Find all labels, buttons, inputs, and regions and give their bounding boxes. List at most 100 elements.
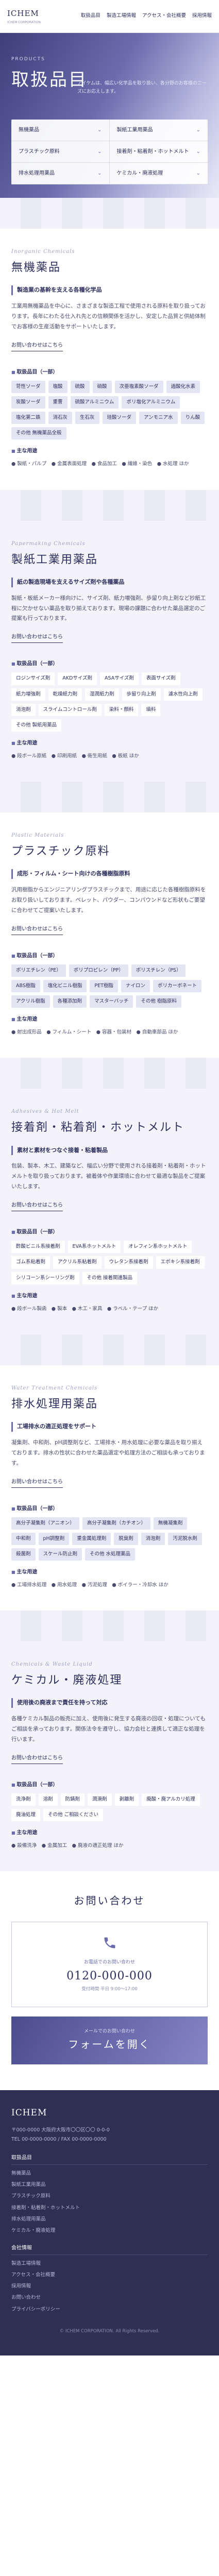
product-chip: スライムコントロール剤 — [38, 703, 102, 716]
product-chip: スケール防止剤 — [38, 1548, 82, 1561]
footer-nav-link[interactable]: 製造工場情報 — [11, 2258, 208, 2269]
footer-nav-products: 無機薬品 製紙工業用薬品 プラスチック原料 接着剤・粘着剤・ホットメルト 排水処理用薬品… — [11, 2168, 208, 2236]
footer-nav-link[interactable]: 製紙工業用薬品 — [11, 2179, 208, 2191]
product-chip: シリコーン系シーリング剤 — [11, 1272, 79, 1284]
product-chip: 珪酸ソーダ — [102, 412, 137, 425]
footer-nav-link[interactable]: 排水処理用薬品 — [11, 2214, 208, 2225]
product-chip: 染料・顔料 — [104, 703, 139, 716]
product-chip-list: 苛性ソーダ 塩酸 硫酸 硝酸 次亜塩素酸ソーダ 過酸化水素 炭酸ソーダ 重曹 硫酸アルミニウムポ… — [11, 380, 208, 440]
index-link-label: 製紙工業用薬品 — [116, 127, 153, 133]
footer-nav-link[interactable]: アクセス・会社概要 — [11, 2269, 208, 2281]
footer-nav-link[interactable]: お問い合わせ — [11, 2292, 208, 2303]
section-title: 接着剤・粘着剤・ホットメルト — [11, 1121, 185, 1134]
footer-nav-link[interactable]: プラスチック原料 — [11, 2191, 208, 2202]
inquiry-link[interactable]: お問い合わせはこちら — [11, 633, 63, 643]
product-chip: 消泡剤 — [141, 1532, 165, 1545]
nav-item-factory[interactable]: 製造工場情報 — [107, 12, 136, 20]
product-chip: ポリプロピレン（PP） — [69, 964, 128, 977]
product-sections: Inorganic Chemicals 無機薬品 製造業の基幹を支える各種化学品 工業… — [0, 198, 219, 1872]
product-chip-list: ロジンサイズ剤 AKDサイズ剤 ASAサイズ剤 表面サイズ剤 紙力増強剤 乾燥紙力剤 湿潤紙… — [11, 672, 208, 732]
footer-nav-link[interactable]: 接着剤・粘着剤・ホットメルト — [11, 2202, 208, 2214]
product-chip: 剥離剤 — [114, 1793, 139, 1806]
footer-nav-title: 取扱品目 — [11, 2154, 208, 2165]
section-catch: 使用後の廃液まで責任を持って対応 — [11, 1698, 208, 1708]
product-section: Papermaking Chemicals 製紙工業用薬品 紙の製造現場を支えるサイ… — [0, 520, 219, 782]
index-link[interactable]: 無機薬品 ⌄ — [11, 120, 110, 141]
footer-nav-link[interactable]: ケミカル・廃液処理 — [11, 2225, 208, 2236]
section-divider — [0, 489, 219, 521]
section-title: 排水処理用薬品 — [11, 1397, 98, 1411]
product-chip: アクリル系粘着剤 — [53, 1256, 102, 1269]
product-chip: 洗浄剤 — [11, 1793, 36, 1806]
product-chip: ロジンサイズ剤 — [11, 672, 55, 685]
footer-nav-link[interactable]: 採用情報 — [11, 2281, 208, 2292]
product-chip: その他 水処理薬品 — [85, 1548, 136, 1561]
section-divider — [0, 1611, 219, 1642]
index-link[interactable]: プラスチック原料 ⌄ — [11, 141, 110, 163]
hero: PRODUCTS 取扱品目 アイケムは、幅広い化学品を取り扱い、各分野のお客様の… — [0, 33, 219, 198]
product-chip: その他 無機薬品全般 — [11, 427, 66, 440]
nav-item-recruit[interactable]: 採用情報 — [192, 12, 212, 20]
section-title: 無機薬品 — [11, 261, 61, 274]
product-chip: 廃油処理 — [11, 1809, 41, 1822]
phone-icon — [104, 1937, 115, 1948]
section-title: プラスチック原料 — [11, 845, 110, 858]
tel-number[interactable]: 0120-000-000 — [17, 1967, 202, 1986]
hero-subtitle: PRODUCTS — [11, 57, 45, 62]
section-divider — [0, 782, 219, 812]
items-label: 取扱品目（一部） — [11, 1504, 208, 1513]
product-chip: 過酸化水素 — [166, 380, 200, 394]
index-link[interactable]: 排水処理用薬品 ⌄ — [11, 163, 110, 184]
inquiry-link[interactable]: お問い合わせはこちら — [11, 925, 63, 935]
index-link[interactable]: 製紙工業用薬品 ⌄ — [109, 120, 208, 141]
section-description: 製紙・板紙メーカー様向けに、サイズ剤、紙力増強剤、歩留り向上剤など抄紙工程に欠か… — [11, 595, 206, 622]
product-chip: 無機凝集剤 — [153, 1517, 188, 1530]
tel-box: お電話でのお問い合わせ 0120-000-000 受付時間 平日 9:00〜17… — [11, 1922, 208, 2007]
uses-label: 主な用途 — [11, 739, 208, 748]
product-chip-list: 洗浄剤 溶剤 防錆剤 潤滑剤 剥離剤 廃酸・廃アルカリ処理 廃油処理 その他 ご相談ください — [11, 1793, 208, 1822]
product-chip: 硫酸アルミニウム — [70, 396, 119, 409]
nav-item-access[interactable]: アクセス・会社概要 — [142, 12, 186, 20]
product-chip: 重曹 — [48, 396, 68, 409]
site-footer: ICHEM 〒000-0000 大阪府大阪市〇〇区〇〇 0-0-0 TEL 00… — [0, 2090, 219, 2356]
footer-logo[interactable]: ICHEM — [11, 2106, 208, 2121]
inquiry-link[interactable]: お問い合わせはこちら — [11, 341, 63, 351]
uses-list: ● 設備洗浄 ● 金属加工 ● 廃液の適正処理 ほか — [11, 1843, 124, 1849]
section-divider — [0, 1334, 219, 1365]
section-description: 包装、製本、木工、建築など、幅広い分野で使用される接着剤・粘着剤・ホットメルトを… — [11, 1163, 206, 1190]
form-button-text: フォームを開く — [68, 2038, 151, 2051]
product-chip: 酢酸ビニル系接着剤 — [11, 1241, 65, 1253]
section-title: ケミカル・廃液処理 — [11, 1674, 123, 1687]
section-subtitle: Adhesives & Hot Melt — [11, 1109, 79, 1115]
chevron-down-icon: ⌄ — [97, 171, 102, 176]
inquiry-link[interactable]: お問い合わせはこちら — [11, 1754, 63, 1764]
contact-section: お問い合わせ お電話でのお問い合わせ 0120-000-000 受付時間 平日 … — [0, 1871, 219, 2091]
product-chip: その他 ご相談ください — [43, 1809, 104, 1822]
uses-label: 主な用途 — [11, 1015, 208, 1024]
uses-list: ● 製紙・パルプ ● 金属表面処理 ● 食品加工 ● 繊維・染色 ● 水処理 ほ… — [11, 461, 189, 467]
inquiry-link[interactable]: お問い合わせはこちら — [11, 1478, 63, 1488]
items-label: 取扱品目（一部） — [11, 368, 208, 377]
product-chip: 高分子凝集剤（アニオン） — [11, 1517, 79, 1530]
footer-nav-link[interactable]: プライバシーポリシー — [11, 2304, 208, 2315]
product-chip: 湿潤紙力剤 — [85, 688, 119, 701]
site-header: ICHEM ICHEM CORPORATION 取扱品目 製造工場情報 アクセス… — [0, 0, 219, 33]
site-logo[interactable]: ICHEM ICHEM CORPORATION — [7, 7, 41, 26]
contact-title: お問い合わせ — [74, 1894, 145, 1907]
product-chip: 乾燥紙力剤 — [48, 688, 82, 701]
section-catch: 製造業の基幹を支える各種化学品 — [11, 285, 208, 296]
product-chip: 高分子凝集剤（カチオン） — [82, 1517, 150, 1530]
product-chip-list: 高分子凝集剤（アニオン） 高分子凝集剤（カチオン） 無機凝集剤 中和剤 pH調整剤 重金属… — [11, 1517, 208, 1561]
nav-item-products[interactable]: 取扱品目 — [81, 12, 100, 20]
product-chip: 歩留り向上剤 — [122, 688, 161, 701]
product-chip: 各種添加剤 — [53, 995, 87, 1008]
index-link[interactable]: 接着剤・粘着剤・ホットメルト ⌄ — [109, 141, 208, 163]
product-chip: 消石灰 — [48, 412, 73, 425]
category-index: 無機薬品 ⌄ 製紙工業用薬品 ⌄ プラスチック原料 ⌄ 接着剤・粘着剤・ホットメルト ⌄… — [11, 120, 208, 184]
product-section: Water Treatment Chemicals 排水処理用薬品 工場排水の適正処… — [0, 1365, 219, 1611]
contact-form-button[interactable]: メールでのお問い合わせ フォームを開く — [11, 2016, 208, 2065]
inquiry-link[interactable]: お問い合わせはこちら — [11, 1201, 63, 1212]
footer-nav-link[interactable]: 無機薬品 — [11, 2168, 208, 2179]
product-chip: ASAサイズ剤 — [99, 672, 139, 685]
index-link[interactable]: ケミカル・廃液処理 ⌄ — [109, 163, 208, 184]
